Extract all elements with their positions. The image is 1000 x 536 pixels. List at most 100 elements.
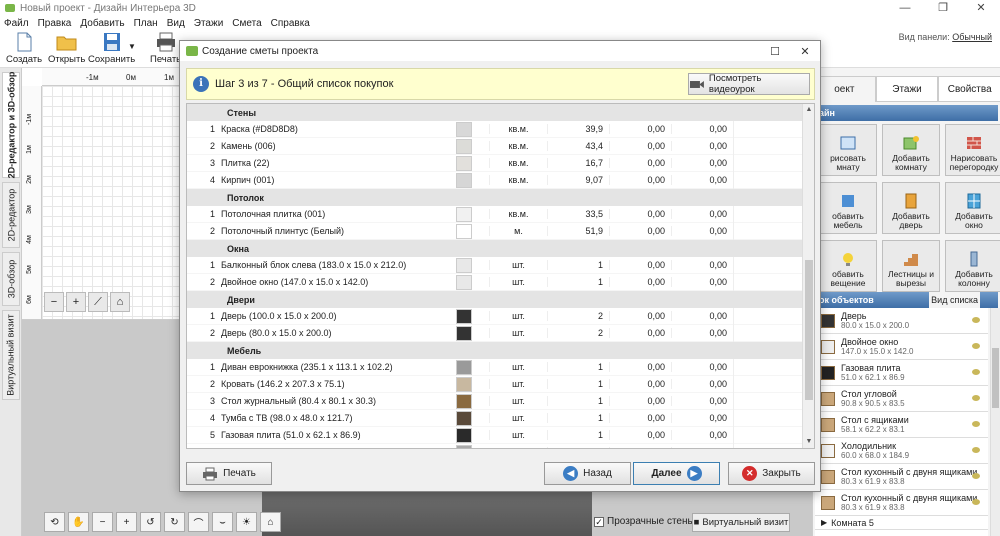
list-item[interactable]: Холодильник 60.0 x 68.0 x 184.9 (815, 438, 988, 464)
maximize-button[interactable]: ❐ (924, 0, 962, 16)
item-price: 0,00 (609, 379, 671, 389)
list-item[interactable]: Стол угловой 90.8 x 90.5 x 83.5 (815, 386, 988, 412)
zoom-in-3d-icon[interactable]: + (116, 512, 137, 532)
home-3d-icon[interactable]: ⌂ (260, 512, 281, 532)
virtual-visit-button[interactable]: ■ Виртуальный визит (692, 513, 790, 532)
add-room-tile[interactable]: Добавить комнату (882, 124, 940, 176)
next-button[interactable]: Далее ▶ (633, 462, 720, 485)
visibility-eye-icon[interactable] (972, 343, 980, 349)
tilt-down-icon[interactable]: ⌣ (212, 512, 233, 532)
menu-view[interactable]: Вид (167, 18, 185, 29)
open-button[interactable]: Открыть (48, 32, 85, 65)
table-row[interactable]: 1 Диван еврокнижка (235.1 x 113.1 x 102.2… (187, 358, 802, 376)
home-icon[interactable]: ⌂ (110, 292, 130, 312)
menu-add[interactable]: Добавить (80, 18, 124, 29)
light-bulb-icon[interactable]: ☀ (236, 512, 257, 532)
zoom-out-3d-icon[interactable]: − (92, 512, 113, 532)
menu-estimate[interactable]: Смета (232, 18, 261, 29)
add-furniture-tile[interactable]: обавить мебель (819, 182, 877, 234)
visibility-eye-icon[interactable] (972, 499, 980, 505)
dialog-maximize-button[interactable]: ☐ (760, 45, 790, 58)
object-list-scrollbar[interactable] (990, 308, 1000, 536)
orbit-left-icon[interactable]: ↺ (140, 512, 161, 532)
dialog-close-x-button[interactable]: ✕ (790, 45, 820, 58)
add-column-tile[interactable]: Добавить колонну (945, 240, 1000, 292)
menu-plan[interactable]: План (134, 18, 158, 29)
visibility-eye-icon[interactable] (972, 421, 980, 427)
tab-3d-view[interactable]: 3D-обзор (2, 252, 20, 306)
table-row[interactable]: 1 Краска (#D8D8D8) кв.м. 39,9 0,00 0,00 (187, 120, 802, 138)
close-window-button[interactable]: ✕ (962, 0, 1000, 16)
zoom-in-icon[interactable]: + (66, 292, 86, 312)
panel-view-link[interactable]: Обычный (952, 32, 992, 42)
ruler-icon[interactable]: ⟋ (88, 292, 108, 312)
list-item[interactable]: Двойное окно 147.0 x 15.0 x 142.0 (815, 334, 988, 360)
tab-floors[interactable]: Этажи (875, 76, 939, 102)
table-vertical-scrollbar[interactable]: ▲ ▼ (802, 104, 814, 448)
table-row[interactable]: 2 Дверь (80.0 x 15.0 x 200.0) шт. 2 0,00 0,00 (187, 324, 802, 342)
transparent-walls-toggle[interactable]: ✓ Прозрачные стены (594, 516, 695, 527)
add-window-tile[interactable]: Добавить окно (945, 182, 1000, 234)
transparent-walls-checkbox[interactable]: ✓ (594, 516, 604, 527)
table-row[interactable]: 3 Стол журнальный (80.4 x 80.1 x 30.3) шт.… (187, 392, 802, 410)
expand-arrow-icon[interactable]: ▶ (821, 518, 827, 527)
table-row[interactable]: 4 Кирпич (001) кв.м. 9,07 0,00 0,00 (187, 171, 802, 189)
zoom-out-icon[interactable]: − (44, 292, 64, 312)
visibility-eye-icon[interactable] (972, 447, 980, 453)
table-row[interactable]: 2 Двойное окно (147.0 x 15.0 x 142.0) шт. 1… (187, 273, 802, 291)
close-button[interactable]: ✕ Закрыть (728, 462, 815, 485)
menu-help[interactable]: Справка (271, 18, 310, 29)
scroll-down-arrow-icon[interactable]: ▼ (803, 436, 814, 448)
tab-2d-editor[interactable]: 2D-редактор (2, 182, 20, 248)
table-row[interactable]: 1 Потолочная плитка (001) кв.м. 33,5 0,00 0,0… (187, 205, 802, 223)
list-item[interactable]: Газовая плита 51.0 x 62.1 x 86.9 (815, 360, 988, 386)
list-item[interactable]: Дверь 80.0 x 15.0 x 200.0 (815, 308, 988, 334)
table-row[interactable]: 2 Кровать (146.2 x 207.3 x 75.1) шт. 1 0,00 0… (187, 375, 802, 393)
pan-hand-icon[interactable]: ✋ (68, 512, 89, 532)
table-row[interactable]: 4 Тумба с ТВ (98.0 x 48.0 x 121.7) шт. 1 0,0… (187, 409, 802, 427)
table-row[interactable]: 610,000,00 (187, 443, 802, 448)
draw-partition-tile[interactable]: Нарисовать перегородку (945, 124, 1000, 176)
menu-edit[interactable]: Правка (38, 18, 72, 29)
add-door-tile[interactable]: Добавить дверь (882, 182, 940, 234)
back-button[interactable]: ◀ Назад (544, 462, 631, 485)
table-row[interactable]: 1 Дверь (100.0 x 15.0 x 200.0) шт. 2 0,00 0,0… (187, 307, 802, 325)
plan-zoom-tools: − + ⟋ ⌂ (44, 292, 130, 312)
draw-room-tile[interactable]: рисовать мнату (819, 124, 877, 176)
list-item[interactable]: Стол с ящиками 58.1 x 62.2 x 83.1 (815, 412, 988, 438)
visibility-eye-icon[interactable] (972, 317, 980, 323)
create-button[interactable]: Создать (6, 32, 42, 65)
table-row[interactable]: 1 Балконный блок слева (183.0 x 15.0 x 21… (187, 256, 802, 274)
watch-video-button[interactable]: Посмотреть видеоурок (688, 73, 810, 95)
plan-2d-editor[interactable]: -1м 0м 1м -1м 1м 2м 3м 4м 5м 6м − + ⟋ ⌂ (22, 68, 182, 320)
scroll-up-arrow-icon[interactable]: ▲ (803, 104, 814, 116)
table-row[interactable]: 2 Камень (006) кв.м. 43,4 0,00 0,00 (187, 137, 802, 155)
list-item[interactable]: Стол кухонный с двуня ящиками 80.3 x 61.9… (815, 490, 988, 516)
table-row[interactable]: 3 Плитка (22) кв.м. 16,7 0,00 0,00 (187, 154, 802, 172)
add-lighting-tile[interactable]: обавить вещение (819, 240, 877, 292)
list-item-room[interactable]: ▶ Комната 5 (815, 516, 988, 530)
print-estimate-button[interactable]: Печать (186, 462, 272, 485)
add-room-icon (903, 136, 919, 150)
minimize-button[interactable]: — (886, 0, 924, 16)
rotate-360-icon[interactable]: ⟲ (44, 512, 65, 532)
list-item[interactable]: Стол кухонный с двуня ящиками 80.3 x 61.9… (815, 464, 988, 490)
table-row[interactable]: 2 Потолочный плинтус (Белый) м. 51,9 0,00 0,0… (187, 222, 802, 240)
tab-2d-3d[interactable]: 2D-редактор и 3D-обзор (2, 72, 20, 178)
list-view-toggle[interactable]: Вид списка (929, 292, 980, 308)
tab-project[interactable]: оект (813, 76, 876, 102)
scroll-thumb[interactable] (805, 260, 813, 400)
orbit-right-icon[interactable]: ↻ (164, 512, 185, 532)
save-dropdown-arrow[interactable]: ▼ (128, 42, 136, 51)
tab-virtual-visit[interactable]: Виртуальный визит (2, 310, 20, 400)
visibility-eye-icon[interactable] (972, 473, 980, 479)
visibility-eye-icon[interactable] (972, 395, 980, 401)
menu-file[interactable]: Файл (4, 18, 29, 29)
print-button[interactable]: Печать (150, 32, 181, 65)
menu-floors[interactable]: Этажи (194, 18, 224, 29)
stairs-tile[interactable]: Лестницы и вырезы (882, 240, 940, 292)
tilt-up-icon[interactable]: ⌒ (188, 512, 209, 532)
tab-properties[interactable]: Свойства (938, 76, 1000, 102)
visibility-eye-icon[interactable] (972, 369, 980, 375)
table-row[interactable]: 5 Газовая плита (51.0 x 62.1 x 86.9) шт. 1 0… (187, 426, 802, 444)
